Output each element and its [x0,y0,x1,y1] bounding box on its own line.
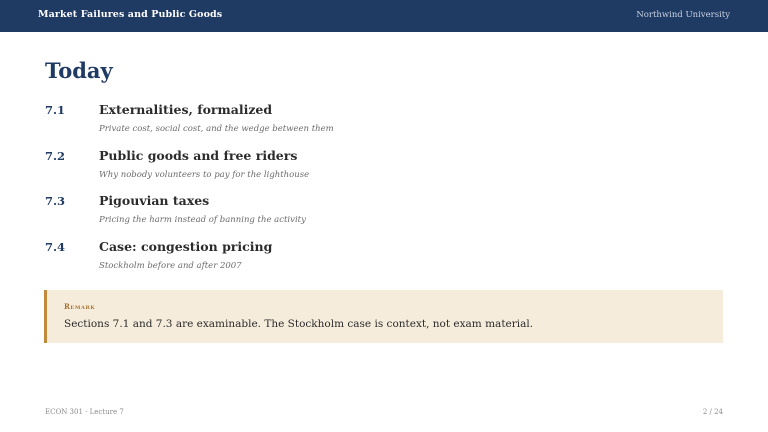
remark-label: Remark [64,302,96,311]
section-subtitle: Private cost, social cost, and the wedge… [99,124,334,134]
institution-name: Northwind University [636,10,730,20]
agenda-item: 7.3 Pigouvian taxes Pricing the harm ins… [45,192,725,238]
section-heading: Externalities, formalized [99,102,273,117]
agenda-list: 7.1 Externalities, formalized Private co… [45,101,725,283]
agenda-item: 7.4 Case: congestion pricing Stockholm b… [45,238,725,284]
section-heading: Pigouvian taxes [99,193,210,208]
agenda-item: 7.2 Public goods and free riders Why nob… [45,147,725,193]
section-subtitle: Why nobody volunteers to pay for the lig… [99,169,310,180]
section-number: 7.2 [45,148,66,163]
section-number: 7.3 [45,194,66,208]
section-subtitle: Stockholm before and after 2007 [99,260,242,271]
slide-title: Today [45,58,113,83]
section-heading: Case: congestion pricing [99,238,273,254]
section-heading: Public goods and free riders [99,147,298,163]
section-subtitle: Pricing the harm instead of banning the … [99,215,306,225]
page-number: 2 / 24 [702,408,723,416]
header-bar: Market Failures and Public Goods Northwi… [0,0,768,32]
section-number: 7.1 [45,103,66,117]
remark-callout: Remark Sections 7.1 and 7.3 are examinab… [44,290,723,343]
remark-text: Sections 7.1 and 7.3 are examinable. The… [64,318,534,330]
agenda-item: 7.1 Externalities, formalized Private co… [45,101,725,147]
section-number: 7.4 [45,239,66,254]
footer-lecture: ECON 301 · Lecture 7 [45,408,124,416]
course-title: Market Failures and Public Goods [38,9,223,20]
